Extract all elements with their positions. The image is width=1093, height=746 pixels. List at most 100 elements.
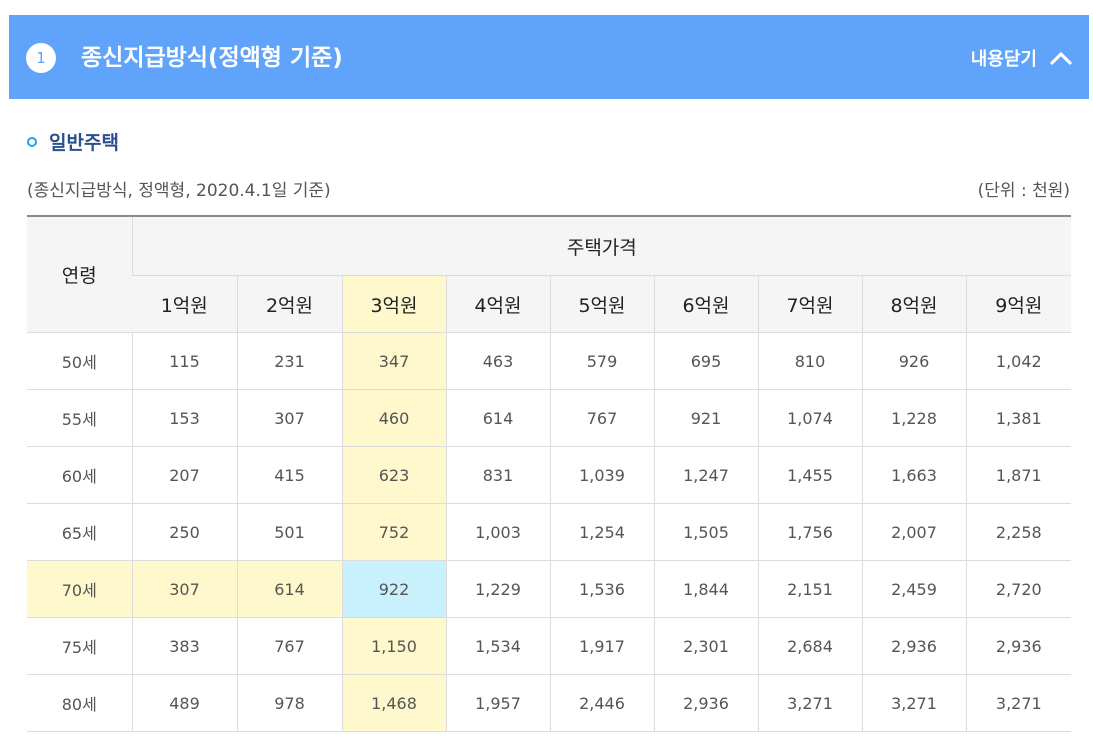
value-cell: 231 xyxy=(236,332,342,390)
value-cell: 3,271 xyxy=(965,674,1072,732)
collapse-toggle-button[interactable]: 내용닫기 xyxy=(971,43,1073,73)
section-title: 종신지급방식(정액형 기준) xyxy=(81,45,343,71)
value-cell: 2,301 xyxy=(653,617,758,675)
column-header: 3억원 xyxy=(341,275,446,333)
value-cell: 1,074 xyxy=(757,389,862,447)
age-cell: 75세 xyxy=(27,617,132,675)
value-cell: 1,917 xyxy=(549,617,654,675)
column-header: 7억원 xyxy=(757,275,862,333)
value-cell: 115 xyxy=(131,332,237,390)
value-cell: 153 xyxy=(131,389,237,447)
value-cell: 383 xyxy=(131,617,237,675)
step-number-badge: 1 xyxy=(26,43,56,73)
value-cell: 1,505 xyxy=(653,503,758,561)
value-cell: 3,271 xyxy=(861,674,966,732)
value-cell: 767 xyxy=(236,617,342,675)
value-cell: 2,007 xyxy=(861,503,966,561)
value-cell: 2,459 xyxy=(861,560,966,618)
value-cell: 922 xyxy=(341,560,446,618)
value-cell: 1,536 xyxy=(549,560,654,618)
value-cell: 614 xyxy=(445,389,550,447)
value-cell: 415 xyxy=(236,446,342,504)
pension-table: 연령 주택가격 1억원 2억원 3억원 4억원 5억원 6억원 7억원 8억원 9억원 50세 1… xyxy=(27,215,1072,732)
value-cell: 1,756 xyxy=(757,503,862,561)
value-cell: 1,468 xyxy=(341,674,446,732)
table-row: 80세 489 978 1,468 1,957 2,446 2,936 3,271 3,271 3… xyxy=(27,674,1072,732)
value-cell: 250 xyxy=(131,503,237,561)
value-cell: 2,936 xyxy=(861,617,966,675)
column-header: 6억원 xyxy=(653,275,758,333)
value-cell: 810 xyxy=(757,332,862,390)
value-cell: 1,381 xyxy=(965,389,1072,447)
subsection-heading: 일반주택 xyxy=(27,128,119,155)
value-cell: 489 xyxy=(131,674,237,732)
value-cell: 831 xyxy=(445,446,550,504)
table-row: 55세 153 307 460 614 767 921 1,074 1,228 1,381 xyxy=(27,389,1072,447)
table-row: 65세 250 501 752 1,003 1,254 1,505 1,756 2,007 2,2… xyxy=(27,503,1072,561)
value-cell: 463 xyxy=(445,332,550,390)
column-header: 8억원 xyxy=(861,275,966,333)
age-cell: 70세 xyxy=(27,560,132,618)
value-cell: 307 xyxy=(236,389,342,447)
value-cell: 623 xyxy=(341,446,446,504)
collapse-toggle-label: 내용닫기 xyxy=(970,49,1037,70)
value-cell: 460 xyxy=(341,389,446,447)
value-cell: 2,936 xyxy=(965,617,1072,675)
value-cell: 921 xyxy=(653,389,758,447)
value-cell: 501 xyxy=(236,503,342,561)
value-cell: 752 xyxy=(341,503,446,561)
age-cell: 80세 xyxy=(27,674,132,732)
bullet-icon xyxy=(27,136,37,147)
value-cell: 1,534 xyxy=(445,617,550,675)
column-header: 5억원 xyxy=(549,275,654,333)
value-cell: 1,455 xyxy=(757,446,862,504)
value-cell: 1,003 xyxy=(445,503,550,561)
value-cell: 1,871 xyxy=(965,446,1072,504)
age-cell: 50세 xyxy=(27,332,132,390)
subsection-title: 일반주택 xyxy=(49,132,119,154)
value-cell: 1,844 xyxy=(653,560,758,618)
value-cell: 207 xyxy=(131,446,237,504)
value-cell: 2,936 xyxy=(653,674,758,732)
value-cell: 2,446 xyxy=(549,674,654,732)
section-header: 1 종신지급방식(정액형 기준) 내용닫기 xyxy=(9,15,1089,99)
value-cell: 1,042 xyxy=(965,332,1072,390)
value-cell: 767 xyxy=(549,389,654,447)
table-row: 60세 207 415 623 831 1,039 1,247 1,455 1,663 1,871 xyxy=(27,446,1072,504)
value-cell: 1,957 xyxy=(445,674,550,732)
value-cell: 978 xyxy=(236,674,342,732)
value-cell: 2,684 xyxy=(757,617,862,675)
value-cell: 579 xyxy=(549,332,654,390)
column-header: 1억원 xyxy=(132,275,237,333)
age-cell: 60세 xyxy=(27,446,132,504)
value-cell: 1,228 xyxy=(861,389,966,447)
price-header: 주택가격 xyxy=(131,216,1072,276)
table-row: 75세 383 767 1,150 1,534 1,917 2,301 2,684 2,936 2… xyxy=(27,617,1072,675)
value-cell: 3,271 xyxy=(757,674,862,732)
value-cell: 1,150 xyxy=(341,617,446,675)
value-cell: 1,254 xyxy=(549,503,654,561)
value-cell: 2,258 xyxy=(965,503,1072,561)
value-cell: 1,663 xyxy=(861,446,966,504)
table-note: (종신지급방식, 정액형, 2020.4.1일 기준) xyxy=(27,181,331,201)
table-row: 50세 115 231 347 463 579 695 810 926 1,042 xyxy=(27,332,1072,390)
column-header: 4억원 xyxy=(445,275,550,333)
value-cell: 2,720 xyxy=(965,560,1072,618)
value-cell: 614 xyxy=(236,560,342,618)
value-cell: 1,039 xyxy=(549,446,654,504)
age-cell: 55세 xyxy=(27,389,132,447)
unit-label: (단위 : 천원) xyxy=(977,181,1070,201)
table-row: 70세 307 614 922 1,229 1,536 1,844 2,151 2,459 2,7… xyxy=(27,560,1072,618)
value-cell: 695 xyxy=(653,332,758,390)
chevron-up-icon xyxy=(1049,50,1073,66)
value-cell: 926 xyxy=(861,332,966,390)
value-cell: 347 xyxy=(341,332,446,390)
column-header: 2억원 xyxy=(236,275,342,333)
value-cell: 2,151 xyxy=(757,560,862,618)
value-cell: 307 xyxy=(131,560,237,618)
value-cell: 1,229 xyxy=(445,560,550,618)
column-header: 9억원 xyxy=(965,275,1072,333)
age-header: 연령 xyxy=(27,216,132,333)
age-cell: 65세 xyxy=(27,503,132,561)
value-cell: 1,247 xyxy=(653,446,758,504)
